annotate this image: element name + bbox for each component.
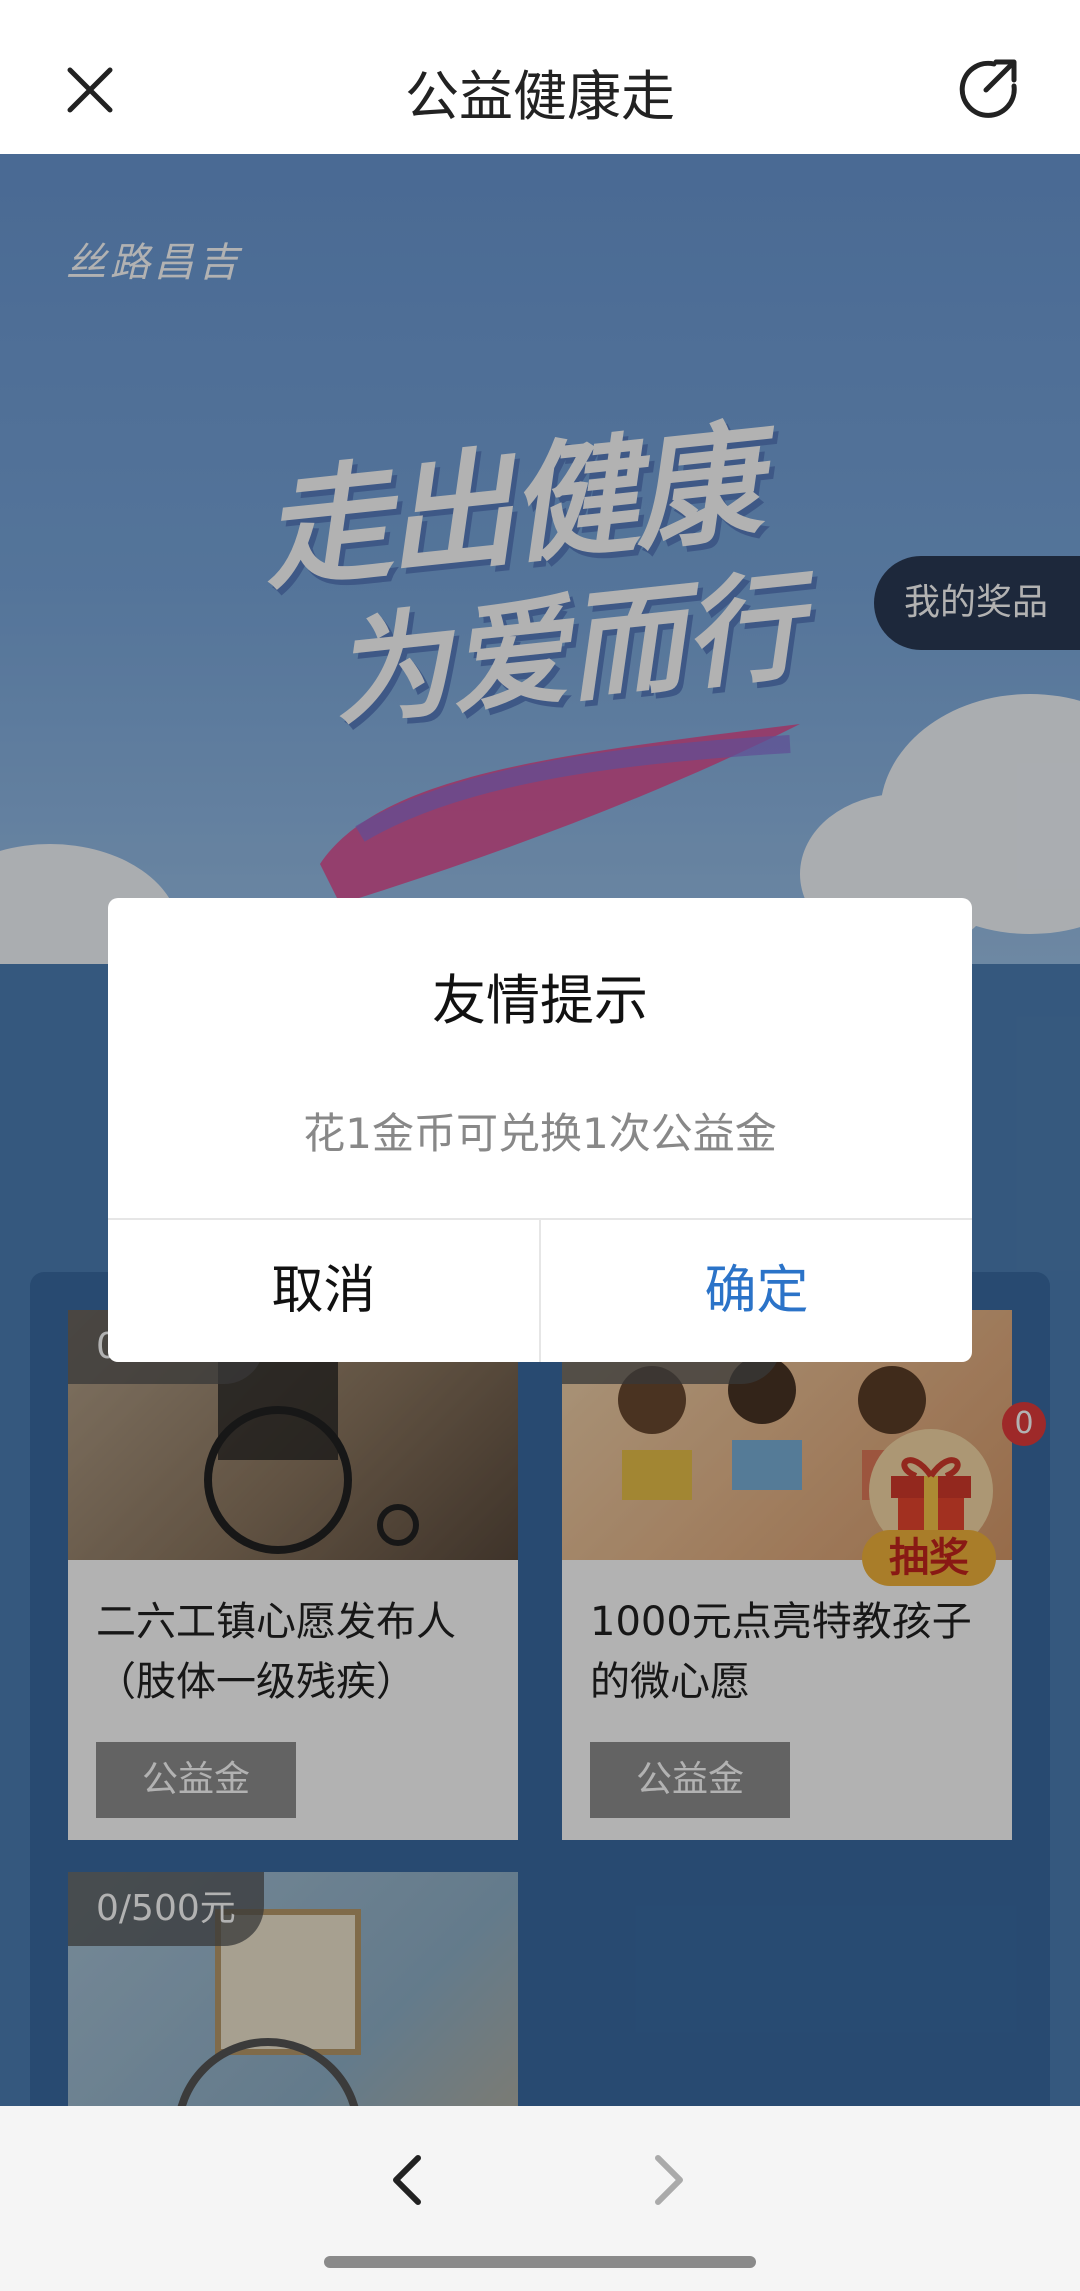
- back-icon[interactable]: [386, 2150, 426, 2210]
- share-refresh-icon[interactable]: [956, 56, 1020, 120]
- page-title: 公益健康走: [405, 65, 675, 128]
- forward-icon[interactable]: [650, 2150, 690, 2210]
- cancel-button[interactable]: 取消: [108, 1220, 539, 1362]
- confirm-button[interactable]: 确定: [541, 1220, 972, 1362]
- top-bar: 公益健康走: [0, 0, 1080, 154]
- browser-nav-bar: [0, 2106, 1080, 2291]
- home-indicator[interactable]: [324, 2256, 756, 2268]
- dialog-message: 花1金币可兑换1次公益金: [303, 1109, 777, 1158]
- dialog-title: 友情提示: [432, 969, 648, 1032]
- confirm-dialog: 友情提示 花1金币可兑换1次公益金 取消 确定: [108, 898, 972, 1362]
